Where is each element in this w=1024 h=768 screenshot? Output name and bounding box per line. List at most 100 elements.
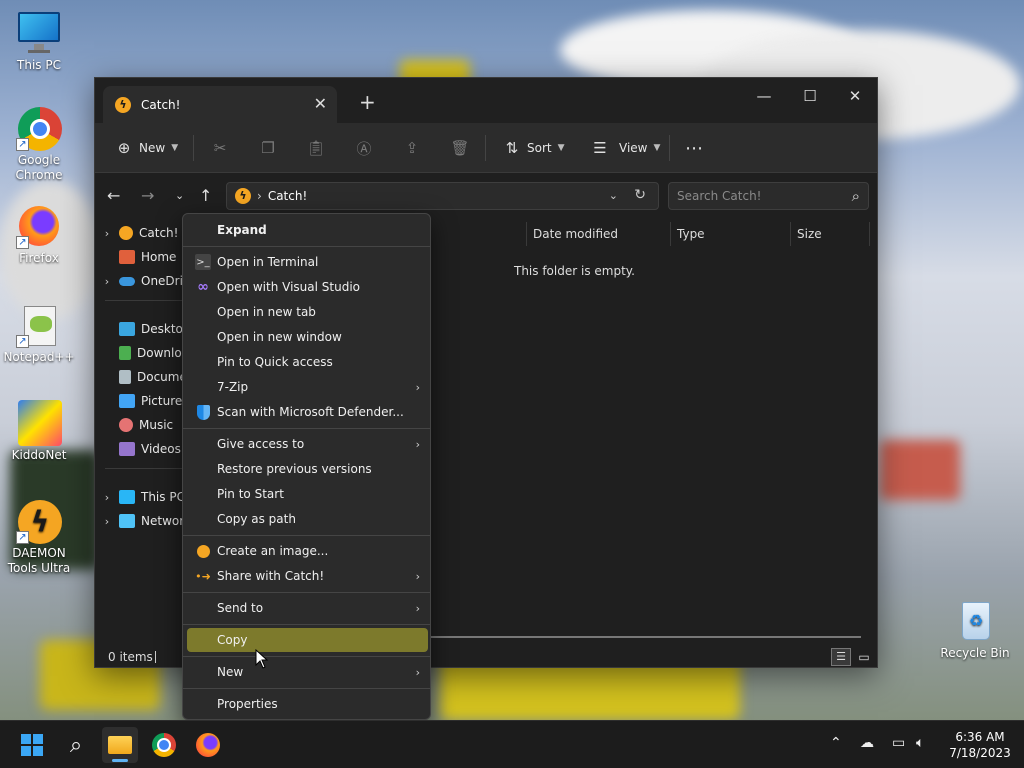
breadcrumb-path[interactable]: Catch! [268,189,307,203]
menu-item-restore-previous-versions[interactable]: Restore previous versions [187,457,428,481]
view-button[interactable]: ☰ View ▼ [591,135,660,161]
nav-item-documents[interactable]: Docume [95,366,187,388]
menu-item-new[interactable]: New › [187,660,428,684]
new-button[interactable]: ⊕ New ▼ [115,135,178,161]
search-input[interactable] [677,189,837,203]
video-icon [119,442,135,456]
menu-item-give-access-to[interactable]: Give access to › [187,432,428,456]
desktop-icon-google-chrome[interactable]: ↗ Google Chrome [1,105,77,183]
menu-divider [183,246,430,247]
tab-catch[interactable]: ϟ Catch! ✕ [103,86,337,123]
chevron-right-icon[interactable]: › [95,227,119,240]
menu-item-scan-with-defender[interactable]: Scan with Microsoft Defender... [187,400,428,424]
volume-icon[interactable]: 🔈︎ [916,735,924,751]
desktop-icon-kiddonet[interactable]: KiddoNet [1,400,77,463]
copy-button[interactable]: ❐ [259,135,277,161]
menu-item-share-with-catch[interactable]: •➜ Share with Catch! › [187,564,428,588]
folder-icon [108,736,132,754]
menu-item-open-in-terminal[interactable]: >_ Open in Terminal [187,250,428,274]
desktop-icon-firefox[interactable]: ↗ Firefox [1,203,77,266]
horizontal-scrollbar[interactable] [431,636,861,638]
delete-button[interactable]: 🗑︎ [450,135,469,161]
nav-item-downloads[interactable]: Downlo [95,342,182,364]
start-button[interactable] [14,727,50,763]
desktop-icon-recycle-bin[interactable]: ♻ Recycle Bin [937,598,1013,661]
menu-item-7-zip[interactable]: 7-Zip › [187,375,428,399]
toolbar-divider [193,135,194,161]
nav-item-label: Downlo [137,346,182,360]
onedrive-offline-icon[interactable]: ☁ [860,735,874,751]
nav-item-music[interactable]: Music [95,414,173,436]
disc-image-icon [197,544,210,558]
desktop-icon-label: Firefox [19,251,59,265]
refresh-icon[interactable]: ↻ [634,187,646,203]
menu-item-copy-as-path[interactable]: Copy as path [187,507,428,531]
chevron-right-icon[interactable]: › [95,275,119,288]
search-button[interactable]: ⌕ [58,727,94,763]
taskbar-firefox[interactable] [190,727,226,763]
empty-folder-message: This folder is empty. [514,264,635,278]
chevron-right-icon[interactable]: › [95,491,119,504]
nav-item-catch[interactable]: › Catch! [95,222,178,244]
maximize-button[interactable]: ☐ [787,82,833,112]
paste-button[interactable]: 📋︎ [306,135,325,161]
nav-item-this-pc[interactable]: › This PC [95,486,185,508]
menu-item-create-an-image[interactable]: Create an image... [187,539,428,563]
nav-item-pictures[interactable]: Pictures [95,390,189,412]
taskbar-chrome[interactable] [146,727,182,763]
menu-item-properties[interactable]: Properties [187,692,428,716]
menu-item-open-in-new-tab[interactable]: Open in new tab [187,300,428,324]
menu-item-pin-to-start[interactable]: Pin to Start [187,482,428,506]
nav-item-network[interactable]: › Networ [95,510,184,532]
chrome-icon: ↗ [16,105,62,151]
column-date-modified[interactable]: Date modified [526,222,670,246]
address-bar[interactable]: ϟ › Catch! ⌄ ↻ [226,182,659,210]
show-hidden-icons-chevron-up-icon[interactable]: ⌃ [830,735,842,751]
see-more-button[interactable]: ⋯ [685,135,703,161]
rename-button[interactable]: Ⓐ [355,135,373,161]
nav-item-desktop[interactable]: Desktop [95,318,191,340]
new-tab-button[interactable]: + [359,90,376,114]
menu-item-expand[interactable]: Expand [187,218,428,242]
network-icon[interactable]: ▭ [892,735,905,751]
search-box[interactable]: ⌕ [668,182,869,210]
desktop-icon-this-pc[interactable]: This PC [1,10,77,73]
sort-button[interactable]: ⇅ Sort ▼ [503,135,565,161]
address-dropdown-icon[interactable]: ⌄ [609,189,618,202]
menu-item-pin-to-quick-access[interactable]: Pin to Quick access [187,350,428,374]
column-type[interactable]: Type [670,222,790,246]
item-count: 0 items [108,650,153,664]
close-tab-icon[interactable]: ✕ [314,94,327,113]
minimize-button[interactable]: — [741,82,787,112]
up-button[interactable]: ↑ [199,186,212,205]
picture-icon [119,394,135,408]
desktop-icon-notepad-plus-plus[interactable]: ↗ Notepad++ [1,302,77,365]
column-size[interactable]: Size [790,222,870,246]
search-icon[interactable]: ⌕ [852,183,860,209]
monitor-icon [119,490,135,504]
details-view-icon[interactable]: ☰ [831,648,851,666]
menu-item-send-to[interactable]: Send to › [187,596,428,620]
back-button[interactable]: ← [107,186,120,205]
nav-item-home[interactable]: Home [95,246,176,268]
nav-item-onedrive[interactable]: › OneDriv [95,270,190,292]
copy-icon: ❐ [261,139,275,157]
shield-icon [197,404,210,420]
taskbar-file-explorer[interactable] [102,727,138,763]
music-icon [119,418,133,432]
new-label: New [139,141,166,155]
recent-locations-button[interactable]: ⌄ [175,189,184,202]
forward-button[interactable]: → [141,186,154,205]
chevron-right-icon[interactable]: › [95,515,119,528]
system-clock[interactable]: 6:36 AM 7/18/2023 [940,729,1020,761]
menu-divider [183,656,430,657]
desktop-icon-daemon-tools[interactable]: ϟ ↗ DAEMON Tools Ultra [1,498,77,576]
menu-item-open-in-new-window[interactable]: Open in new window [187,325,428,349]
menu-item-copy[interactable]: Copy [187,628,428,652]
cut-button[interactable]: ✂ [211,135,229,161]
tiles-view-icon[interactable]: ▭ [855,648,873,666]
close-button[interactable]: ✕ [832,82,878,112]
menu-item-open-with-visual-studio[interactable]: ∞ Open with Visual Studio [187,275,428,299]
share-button[interactable]: ⇪ [403,135,421,161]
nav-item-videos[interactable]: Videos [95,438,181,460]
